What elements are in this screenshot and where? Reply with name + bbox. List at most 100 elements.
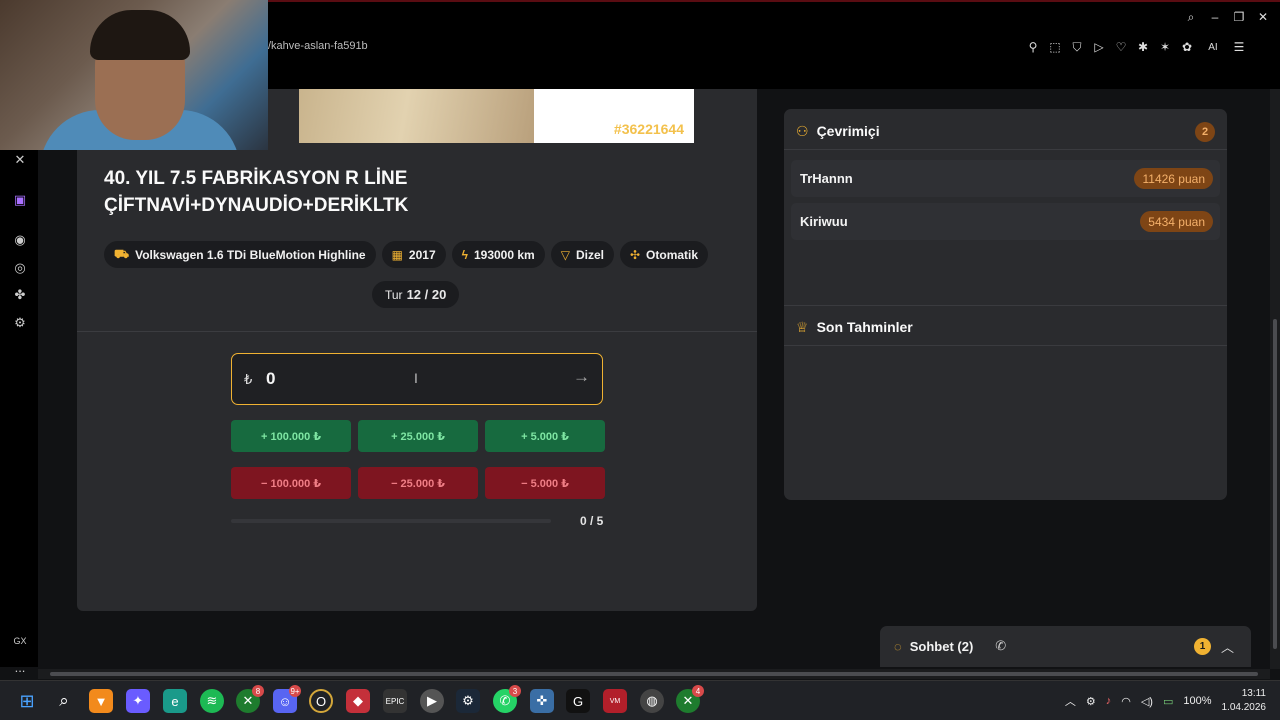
price-guess-input[interactable]: ₺ 0 I → — [231, 353, 603, 405]
minimize-icon[interactable]: – — [1208, 10, 1222, 24]
subtract-100000-button[interactable]: − 100.000 ₺ — [231, 467, 351, 499]
add-25000-button[interactable]: + 25.000 ₺ — [358, 420, 478, 452]
gx-logo-icon[interactable]: ✕ — [11, 151, 29, 169]
timer-icon[interactable]: ◎ — [11, 259, 29, 277]
chevron-up-icon[interactable]: ︿ — [1221, 637, 1234, 656]
close-icon[interactable]: ✕ — [1256, 10, 1270, 24]
scrollbar-thumb[interactable] — [1273, 319, 1277, 649]
chip-model: ⛟ Volkswagen 1.6 TDi BlueMotion Highline — [104, 241, 376, 268]
play-icon[interactable]: ▷ — [1092, 40, 1106, 54]
steam-icon[interactable]: ⚙ — [456, 689, 480, 713]
submit-arrow-icon[interactable]: → — [573, 367, 590, 387]
vertical-scrollbar[interactable] — [1270, 89, 1280, 669]
spotify-icon[interactable]: ◉ — [11, 231, 29, 249]
accent-line — [268, 0, 1280, 2]
pin-icon[interactable]: ⚲ — [1026, 40, 1040, 54]
recent-title: Son Tahminler — [816, 319, 913, 335]
battery-icon[interactable]: ▭ — [1163, 695, 1173, 708]
app-icon[interactable]: ✜ — [530, 689, 554, 713]
volume-icon[interactable]: ◁) — [1141, 695, 1153, 708]
windows-start-icon[interactable]: ⊞ — [15, 689, 39, 713]
trophy-icon: ♕ — [796, 318, 809, 335]
steam-tray-icon[interactable]: ⚙ — [1086, 695, 1096, 708]
scrollbar-thumb[interactable] — [50, 672, 1258, 676]
opera-gx-icon[interactable]: O — [309, 689, 333, 713]
attempts-counter: 0 / 5 — [580, 514, 604, 528]
clock-time: 13:11 — [1241, 688, 1266, 699]
battery-percent: 100% — [1183, 695, 1212, 707]
clock[interactable]: 13:11 1.04.2026 — [1222, 687, 1267, 715]
phone-icon[interactable]: ✆ — [995, 638, 1006, 654]
whatsapp-icon[interactable]: ✆ 3 — [493, 685, 521, 713]
sidebar-icon[interactable]: ☰ — [1232, 40, 1246, 54]
chip-year: ▦ 2017 — [381, 241, 446, 268]
wifi-icon[interactable]: ◠ — [1121, 695, 1131, 708]
player-points-badge: 11426 puan — [1134, 168, 1213, 189]
users-icon: ⚇ — [796, 122, 809, 139]
twitch-icon[interactable]: ▣ — [11, 191, 29, 209]
spec-chips: ⛟ Volkswagen 1.6 TDi BlueMotion Highline … — [104, 241, 709, 268]
chat-controls: 1 ︿ — [1193, 637, 1234, 656]
copilot-icon[interactable]: ✦ — [126, 689, 150, 713]
chip-gearbox: ✣ Otomatik — [619, 241, 709, 268]
attempts-progress-bar — [231, 519, 551, 523]
chat-label-group: ◌ Sohbet (2) ✆ — [894, 638, 1006, 654]
add-100000-button[interactable]: + 100.000 ₺ — [231, 420, 351, 452]
listing-card: #36221644 40. YIL 7.5 FABRİKASYON R LİNE… — [77, 89, 757, 611]
webcam-person-hair — [90, 10, 190, 60]
restore-icon[interactable]: ❐ — [1232, 10, 1246, 24]
subtract-25000-button[interactable]: − 25.000 ₺ — [358, 467, 478, 499]
page-content: #36221644 40. YIL 7.5 FABRİKASYON R LİNE… — [38, 89, 1270, 667]
xbox-icon[interactable]: ✕ 4 — [676, 685, 704, 713]
discord-icon[interactable]: ☺ 9+ — [273, 685, 301, 713]
more-icon[interactable]: ... — [11, 658, 29, 676]
heart-icon[interactable]: ♡ — [1114, 40, 1128, 54]
edge-icon[interactable]: e — [163, 689, 187, 713]
guess-value[interactable]: 0 — [266, 369, 275, 389]
search-icon[interactable]: ⌕ — [52, 689, 76, 713]
spotify-icon[interactable]: ≋ — [200, 689, 224, 713]
add-5000-button[interactable]: + 5.000 ₺ — [485, 420, 605, 452]
address-bar[interactable]: /kahve-aslan-fa591b — [268, 40, 368, 52]
horizontal-scrollbar[interactable] — [38, 669, 1270, 679]
chevron-up-icon[interactable]: ︿ — [1065, 693, 1076, 709]
search-icon[interactable]: ⌕ — [1184, 10, 1198, 24]
shield-icon[interactable]: ⛉ — [1070, 40, 1084, 54]
notification-badge: 4 — [692, 685, 704, 697]
gear-icon: ✣ — [629, 247, 641, 262]
chat-bubble-icon: ◌ — [894, 638, 902, 654]
subtract-5000-button[interactable]: − 5.000 ₺ — [485, 467, 605, 499]
window-controls: ⌕ – ❐ ✕ — [1184, 10, 1270, 25]
voicemeeter-icon[interactable]: VM — [603, 689, 627, 713]
divider — [784, 149, 1227, 150]
microphone-icon[interactable]: ♪ — [1106, 695, 1112, 707]
chat-bar[interactable]: ◌ Sohbet (2) ✆ 1 ︿ — [880, 626, 1251, 667]
logitech-icon[interactable]: G — [566, 689, 590, 713]
palm-icon[interactable]: ✶ — [1158, 40, 1172, 54]
media-player-icon[interactable]: ▶ — [420, 689, 444, 713]
player-points-badge: 5434 puan — [1140, 211, 1213, 232]
ai-icon[interactable]: AI — [1202, 40, 1224, 54]
xbox-icon[interactable]: ✕ 8 — [236, 685, 264, 713]
listing-title: 40. YIL 7.5 FABRİKASYON R LİNE ÇİFTNAVİ+… — [104, 168, 409, 216]
currency-symbol: ₺ — [244, 372, 253, 387]
crumb-icon[interactable]: ✿ — [1180, 40, 1194, 54]
epic-games-icon[interactable]: EPIC — [383, 689, 407, 713]
car-icon: ⛟ — [114, 246, 130, 261]
extension-icon[interactable]: ✱ — [1136, 40, 1150, 54]
car-photo-floor — [299, 89, 534, 143]
brave-icon[interactable]: ▼ — [89, 689, 113, 713]
calendar-icon: ▦ — [391, 247, 403, 262]
obs-icon[interactable]: ◍ — [640, 689, 664, 713]
player-row: TrHannn 11426 puan — [791, 160, 1220, 197]
gx-label: GX — [13, 636, 27, 646]
chip-label: Volkswagen 1.6 TDi BlueMotion Highline — [135, 247, 366, 262]
chip-label: Dizel — [575, 247, 604, 262]
extensions-bar: ⚲ ⬚ ⛉ ▷ ♡ ✱ ✶ ✿ AI ☰ — [1026, 40, 1246, 55]
chip-label: Otomatik — [646, 247, 699, 262]
recent-guesses-header: ♕ Son Tahminler — [796, 317, 913, 337]
tree-icon[interactable]: ✤ — [11, 286, 29, 304]
league-icon[interactable]: ◆ — [346, 689, 370, 713]
screenshot-icon[interactable]: ⬚ — [1048, 40, 1062, 54]
settings-icon[interactable]: ⚙ — [11, 314, 29, 332]
